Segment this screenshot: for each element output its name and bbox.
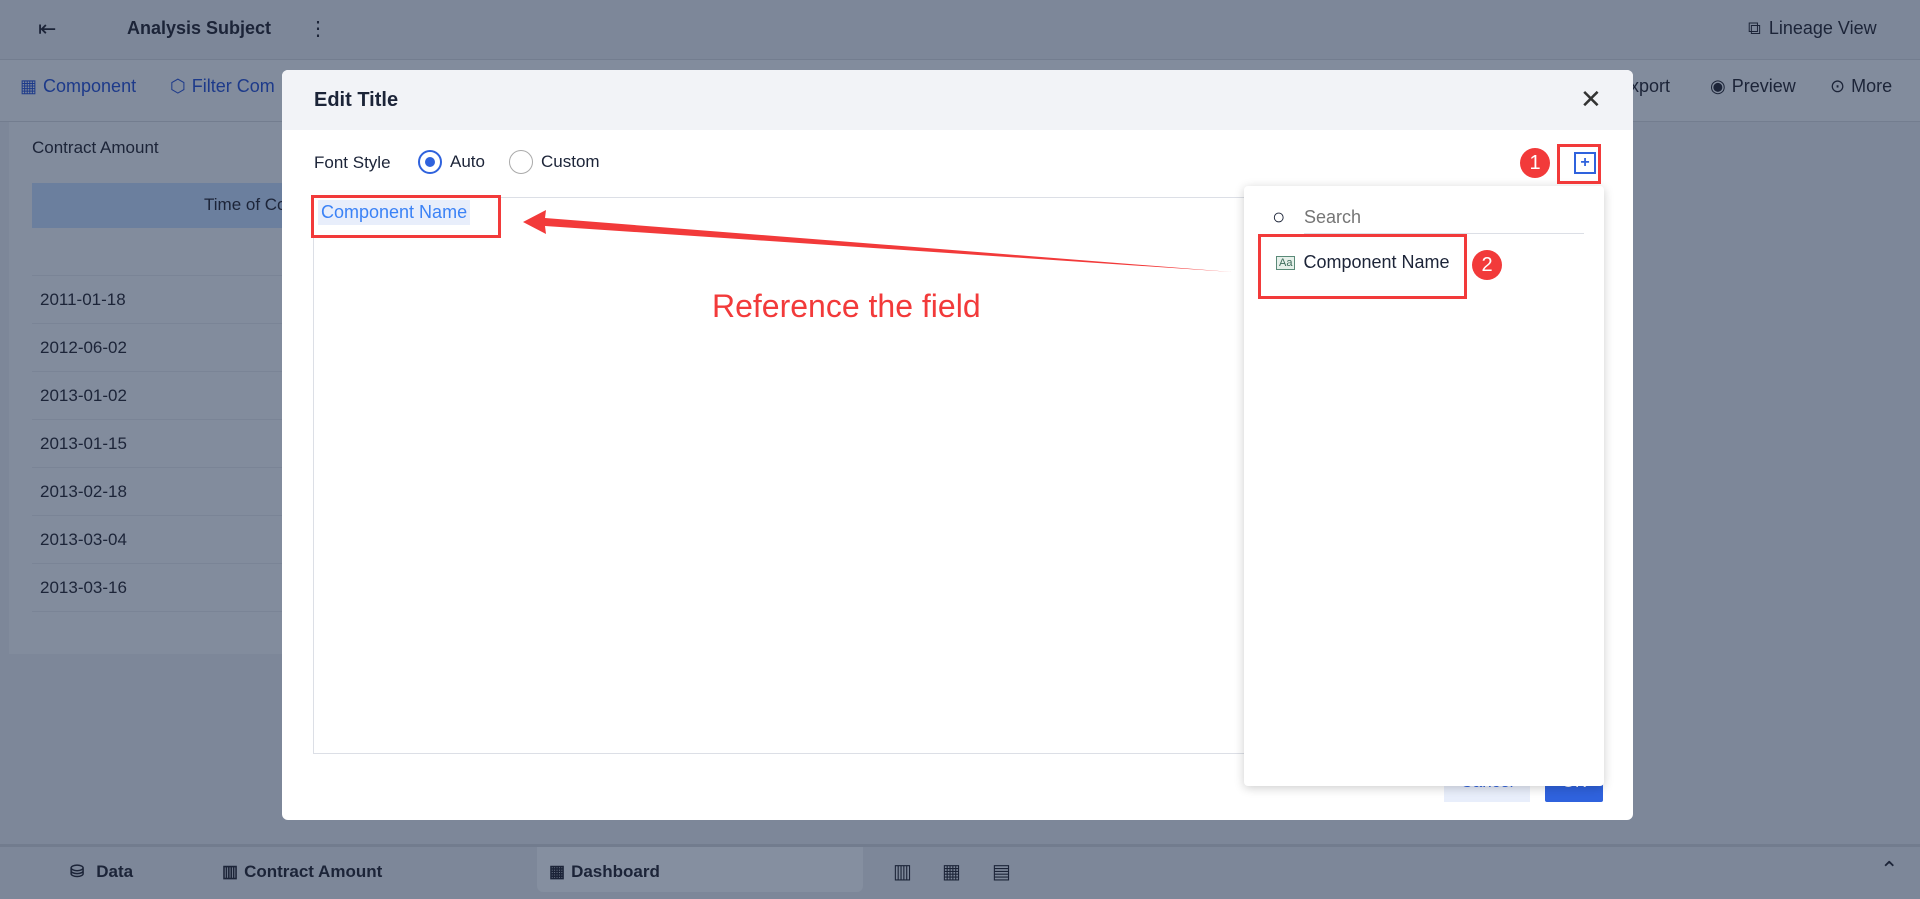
dashboard-icon: ▦ xyxy=(549,862,566,881)
bottom-bar: ⛁ Data ▥ Contract Amount ▦ Dashboard ▥ ▦ ▤ … xyxy=(0,844,1920,899)
collapse-icon[interactable]: ⌃ xyxy=(1880,857,1898,883)
tab-data[interactable]: ⛁ Data xyxy=(70,862,133,882)
add-report-icon[interactable]: ▤ xyxy=(992,859,1011,884)
annotation-label: Reference the field xyxy=(712,288,981,324)
database-icon: ⛁ xyxy=(70,862,85,881)
chart-icon: ▥ xyxy=(222,862,239,881)
annotation-arrow xyxy=(523,210,1232,272)
add-chart-icon[interactable]: ▥ xyxy=(893,859,912,884)
tab-contract-amount[interactable]: ▥ Contract Amount xyxy=(222,862,382,882)
add-dashboard-icon[interactable]: ▦ xyxy=(942,859,961,884)
tab-dashboard[interactable]: ▦ Dashboard xyxy=(537,847,863,892)
